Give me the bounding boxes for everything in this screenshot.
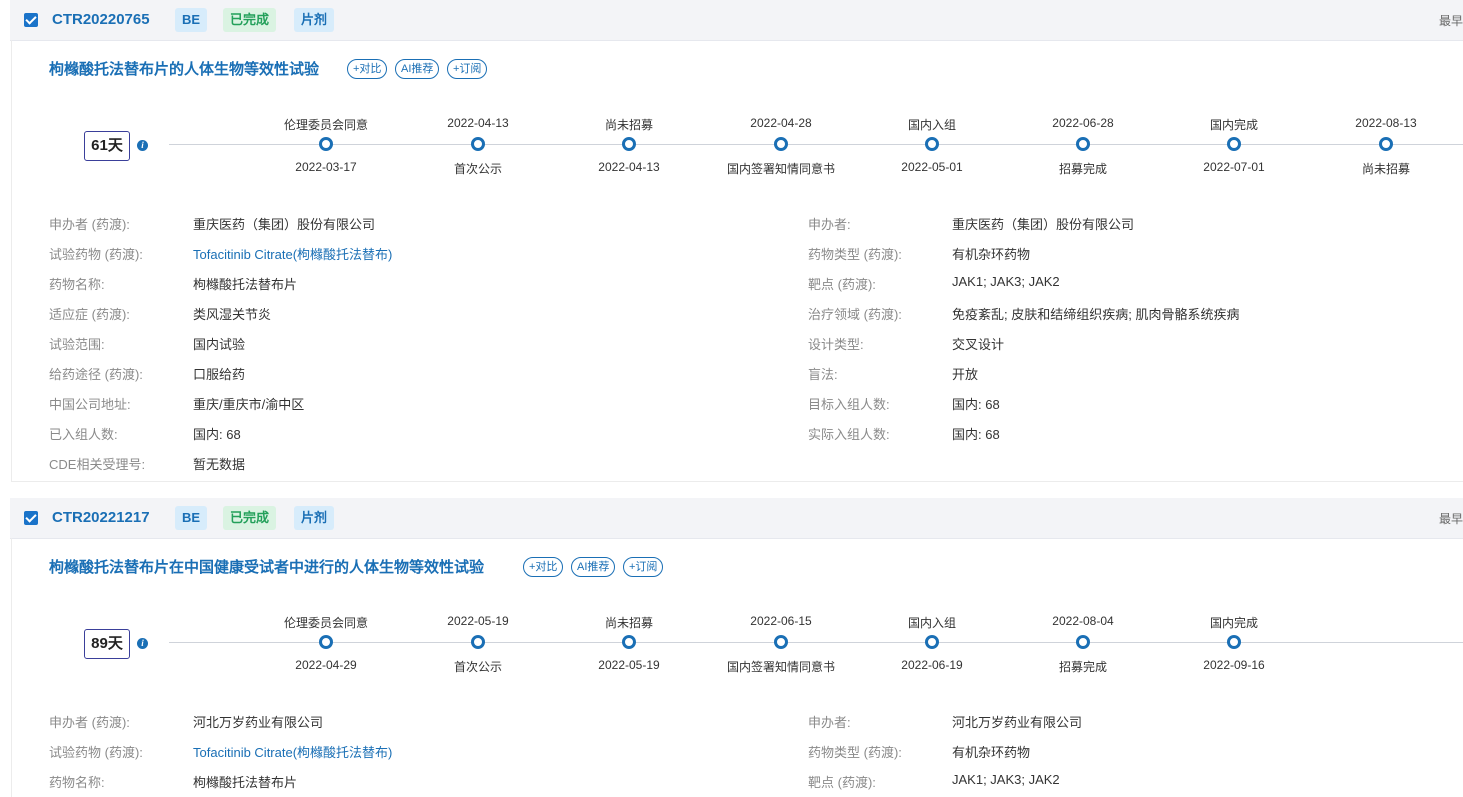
field-label: 试验药物 (药渡): [49,745,143,760]
timeline-dot [774,137,788,151]
field-label: 盲法: [808,367,838,382]
field-label: 治疗领域 (药渡): [808,307,902,322]
field-label: 目标入组人数: [808,397,890,412]
timeline-top-label: 国内完成 [1209,616,1258,630]
subscribe-button[interactable]: +订阅 [447,59,488,79]
trial-body: 枸橼酸托法替布片的人体生物等效性试验 +对比 AI推荐 +订阅 61天 i 伦理… [11,40,1463,482]
field-label: CDE相关受理号: [49,457,146,472]
subscribe-button[interactable]: +订阅 [623,557,664,577]
field-label: 给药途径 (药渡): [49,367,143,382]
trial-title-link[interactable]: 枸橼酸托法替布片在中国健康受试者中进行的人体生物等效性试验 [49,556,484,577]
tag-dosage-form: 片剂 [294,8,335,32]
select-checkbox[interactable] [24,13,38,27]
sponsor-value: 河北万岁药业有限公司 [952,715,1083,730]
target-value: JAK1; JAK3; JAK2 [952,274,1060,289]
timeline-dot [774,635,788,649]
field-label: 申办者: [808,715,851,730]
route-value: 口服给药 [193,367,246,382]
target-enroll-value: 国内: 68 [952,397,1000,412]
field-label: 申办者: [808,217,851,232]
field-label: 设计类型: [808,337,864,352]
trial-id-link[interactable]: CTR20221217 [52,509,150,526]
timeline-line [169,642,1463,643]
tag-be: BE [175,8,208,32]
drug-name-value: 枸橼酸托法替布片 [193,277,298,292]
target-value: JAK1; JAK3; JAK2 [952,772,1060,787]
field-label: 试验药物 (药渡): [49,247,143,262]
field-label: 靶点 (药渡): [808,277,876,292]
timeline-dot [319,137,333,151]
header-right-text: 最早 [1438,512,1463,526]
tag-dosage-form: 片剂 [294,506,335,530]
enrolled-value: 国内: 68 [193,427,241,442]
scope-value: 国内试验 [193,337,246,352]
field-label: 已入组人数: [49,427,118,442]
indication-value: 类风湿关节炎 [193,307,272,322]
drug-link[interactable]: Tofacitinib Citrate(枸橼酸托法替布) [193,244,392,263]
timeline-bottom-label: 尚未招募 [1361,162,1410,176]
cde-value: 暂无数据 [193,457,246,472]
tag-be: BE [175,506,208,530]
duration-days: 89天 [84,629,130,659]
timeline-dot [1227,137,1241,151]
timeline-dot [622,137,636,151]
trial-title-link[interactable]: 枸橼酸托法替布片的人体生物等效性试验 [49,58,319,79]
header-right-text: 最早 [1438,14,1463,28]
timeline-dot [1076,635,1090,649]
trial-card: CTR20220765 BE 已完成 片剂 最早 枸橼酸托法替布片的人体生物等效… [10,0,1463,482]
timeline-dot [319,635,333,649]
timeline-dot [1076,137,1090,151]
info-icon[interactable]: i [137,638,148,649]
field-label: 实际入组人数: [808,427,890,442]
timeline-dot [622,635,636,649]
field-label: 申办者 (药渡): [49,715,130,730]
trial-header: CTR20220765 BE 已完成 片剂 最早 [10,0,1463,41]
timeline-dot [925,137,939,151]
timeline-dot [471,137,485,151]
tag-status: 已完成 [223,8,277,32]
field-label: 药物名称: [49,277,105,292]
field-label: 药物类型 (药渡): [808,745,902,760]
actual-enroll-value: 国内: 68 [952,427,1000,442]
blinding-value: 开放 [952,367,979,382]
timeline-dot [1379,137,1393,151]
trial-header: CTR20221217 BE 已完成 片剂 最早 [10,498,1463,539]
field-label: 药物类型 (药渡): [808,247,902,262]
field-label: 适应症 (药渡): [49,307,130,322]
compare-button[interactable]: +对比 [347,59,388,79]
field-label: 申办者 (药渡): [49,217,130,232]
drug-type-value: 有机杂环药物 [952,745,1031,760]
duration-days: 61天 [84,131,130,161]
info-icon[interactable]: i [137,140,148,151]
timeline-top-label: 2022-08-13 [1355,116,1417,130]
design-value: 交叉设计 [952,337,1005,352]
timeline-dot [1227,635,1241,649]
trial-body: 枸橼酸托法替布片在中国健康受试者中进行的人体生物等效性试验 +对比 AI推荐 +… [11,538,1463,797]
trial-card: CTR20221217 BE 已完成 片剂 最早 枸橼酸托法替布片在中国健康受试… [10,498,1463,797]
compare-button[interactable]: +对比 [523,557,564,577]
timeline-line [169,144,1463,145]
therapy-area-value: 免疫紊乱; 皮肤和结缔组织疾病; 肌肉骨骼系统疾病 [952,307,1240,322]
sponsor-value: 重庆医药（集团）股份有限公司 [193,217,376,232]
drug-name-value: 枸橼酸托法替布片 [193,775,298,790]
ai-recommend-button[interactable]: AI推荐 [395,59,440,79]
timeline-bottom-label: 2022-09-16 [1203,658,1265,672]
sponsor-value: 重庆医药（集团）股份有限公司 [952,217,1135,232]
field-label: 试验范围: [49,337,105,352]
field-label: 药物名称: [49,775,105,790]
drug-link[interactable]: Tofacitinib Citrate(枸橼酸托法替布) [193,742,392,761]
sponsor-value: 河北万岁药业有限公司 [193,715,324,730]
timeline-dot [925,635,939,649]
field-label: 靶点 (药渡): [808,775,876,790]
field-label: 中国公司地址: [49,397,131,412]
drug-type-value: 有机杂环药物 [952,247,1031,262]
address-value: 重庆/重庆市/渝中区 [193,397,305,412]
timeline-dot [471,635,485,649]
tag-status: 已完成 [223,506,277,530]
select-checkbox[interactable] [24,511,38,525]
ai-recommend-button[interactable]: AI推荐 [571,557,616,577]
trial-id-link[interactable]: CTR20220765 [52,11,150,28]
